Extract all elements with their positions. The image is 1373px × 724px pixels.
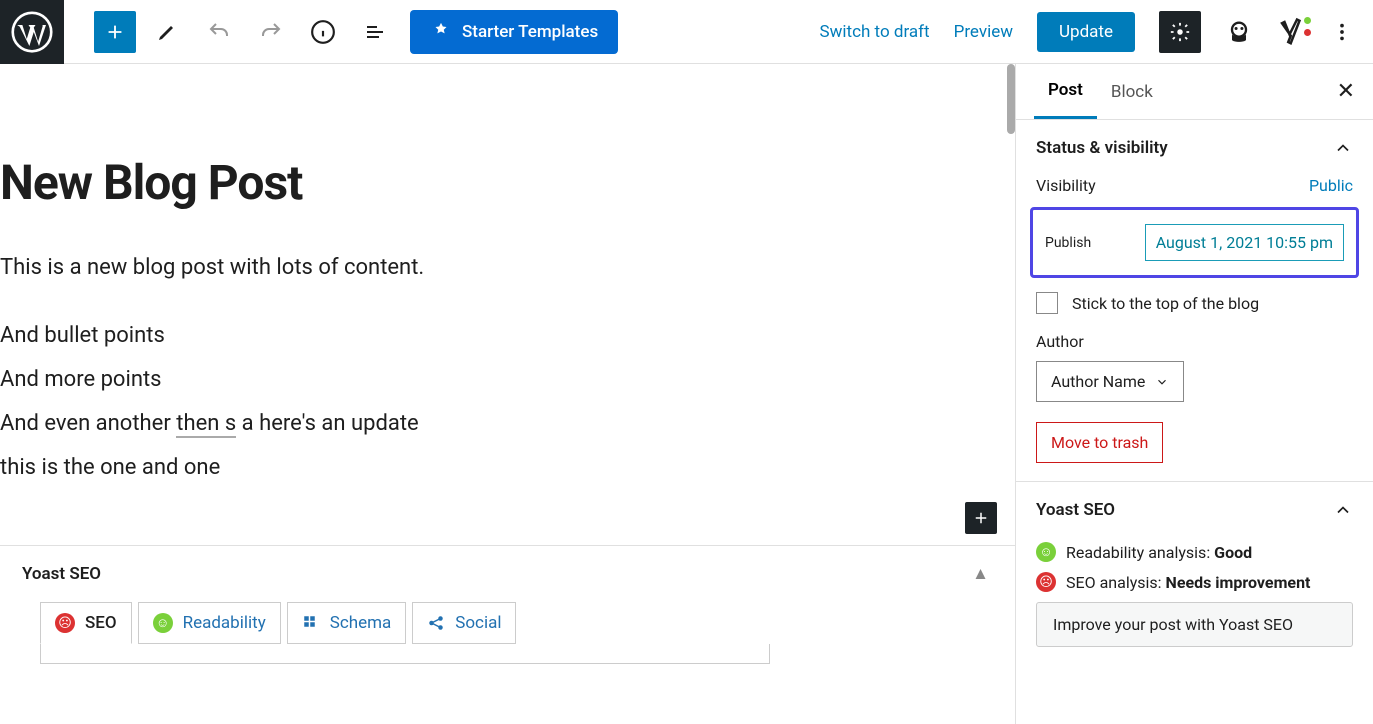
preview-link[interactable]: Preview xyxy=(954,22,1013,42)
yoast-tab-schema[interactable]: Schema xyxy=(287,602,407,644)
yoast-metabox: Yoast SEO ▲ ☹ SEO ☺ Readability Schema xyxy=(0,545,1015,664)
yoast-panel-header[interactable]: Yoast SEO xyxy=(1036,500,1353,520)
top-toolbar: Starter Templates Switch to draft Previe… xyxy=(0,0,1373,64)
paragraph[interactable]: And bullet points xyxy=(0,319,1015,353)
status-visibility-panel: Status & visibility Visibility Public Pu… xyxy=(1016,120,1373,482)
outline-icon[interactable] xyxy=(354,11,396,53)
close-sidebar-button[interactable]: ✕ xyxy=(1337,79,1355,104)
editor-canvas[interactable]: New Blog Post This is a new blog post wi… xyxy=(0,64,1015,724)
wordpress-logo[interactable] xyxy=(0,0,64,64)
plugin-icon-1[interactable] xyxy=(1225,18,1253,46)
visibility-row: Visibility Public xyxy=(1036,176,1353,195)
author-select[interactable]: Author Name xyxy=(1036,361,1184,402)
paragraph[interactable]: And even another then s a here's an upda… xyxy=(0,407,1015,441)
yoast-metabox-title: Yoast SEO xyxy=(22,564,101,584)
more-options-icon[interactable] xyxy=(1331,21,1353,43)
redo-icon[interactable] xyxy=(250,11,292,53)
sticky-row: Stick to the top of the blog xyxy=(1036,292,1353,314)
paragraph[interactable]: And more points xyxy=(0,363,1015,397)
grid-icon xyxy=(302,614,320,632)
sad-face-icon: ☹ xyxy=(1036,572,1056,592)
yoast-tab-readability[interactable]: ☺ Readability xyxy=(138,602,281,644)
chevron-up-icon xyxy=(1333,138,1353,158)
add-block-inline-button[interactable] xyxy=(965,502,997,534)
edit-icon[interactable] xyxy=(146,11,188,53)
author-label: Author xyxy=(1036,332,1353,351)
sidebar-tabs: Post Block ✕ xyxy=(1016,64,1373,120)
yoast-icon[interactable] xyxy=(1277,17,1307,47)
paragraph[interactable]: This is a new blog post with lots of con… xyxy=(0,251,1015,285)
status-panel-header[interactable]: Status & visibility xyxy=(1036,138,1353,158)
yoast-sidebar-panel: Yoast SEO ☺ Readability analysis: Good ☹… xyxy=(1016,482,1373,665)
yoast-tabs: ☹ SEO ☺ Readability Schema Social xyxy=(0,602,1015,644)
update-button[interactable]: Update xyxy=(1037,12,1135,52)
visibility-value[interactable]: Public xyxy=(1309,176,1353,195)
yoast-tab-social[interactable]: Social xyxy=(412,602,516,644)
scrollbar[interactable] xyxy=(1007,64,1015,134)
post-title[interactable]: New Blog Post xyxy=(0,154,1015,211)
sticky-checkbox[interactable] xyxy=(1036,292,1058,314)
publish-row-highlighted: Publish August 1, 2021 10:55 pm xyxy=(1030,207,1359,278)
switch-to-draft-link[interactable]: Switch to draft xyxy=(820,22,930,42)
starter-templates-button[interactable]: Starter Templates xyxy=(410,10,618,54)
publish-date-button[interactable]: August 1, 2021 10:55 pm xyxy=(1145,224,1344,261)
happy-face-icon: ☺ xyxy=(1036,542,1056,562)
post-content[interactable]: This is a new blog post with lots of con… xyxy=(0,251,1015,485)
add-block-button[interactable] xyxy=(94,11,136,53)
move-to-trash-button[interactable]: Move to trash xyxy=(1036,422,1163,463)
improve-post-button[interactable]: Improve your post with Yoast SEO xyxy=(1036,602,1353,647)
readability-analysis-row[interactable]: ☺ Readability analysis: Good xyxy=(1036,542,1353,562)
yoast-metabox-header[interactable]: Yoast SEO ▲ xyxy=(0,546,1015,602)
sidebar-tab-post[interactable]: Post xyxy=(1034,64,1097,119)
share-icon xyxy=(427,614,445,632)
seo-analysis-row[interactable]: ☹ SEO analysis: Needs improvement xyxy=(1036,572,1353,592)
visibility-label: Visibility xyxy=(1036,176,1096,195)
main-area: New Blog Post This is a new blog post wi… xyxy=(0,64,1373,724)
toolbar-right: Switch to draft Preview Update xyxy=(820,11,1373,53)
publish-label: Publish xyxy=(1045,235,1091,251)
sad-face-icon: ☹ xyxy=(55,613,75,633)
yoast-tab-seo[interactable]: ☹ SEO xyxy=(40,602,132,644)
info-icon[interactable] xyxy=(302,11,344,53)
sticky-label: Stick to the top of the blog xyxy=(1072,294,1259,313)
settings-sidebar: Post Block ✕ Status & visibility Visibil… xyxy=(1015,64,1373,724)
author-value: Author Name xyxy=(1051,372,1145,391)
undo-icon[interactable] xyxy=(198,11,240,53)
paragraph[interactable]: this is the one and one xyxy=(0,451,1015,485)
happy-face-icon: ☺ xyxy=(153,613,173,633)
collapse-icon: ▲ xyxy=(972,564,989,584)
sidebar-tab-block[interactable]: Block xyxy=(1097,66,1167,118)
settings-button[interactable] xyxy=(1159,11,1201,53)
toolbar-left: Starter Templates xyxy=(64,10,618,54)
starter-templates-label: Starter Templates xyxy=(462,22,598,42)
chevron-down-icon xyxy=(1155,375,1169,389)
chevron-up-icon xyxy=(1333,500,1353,520)
